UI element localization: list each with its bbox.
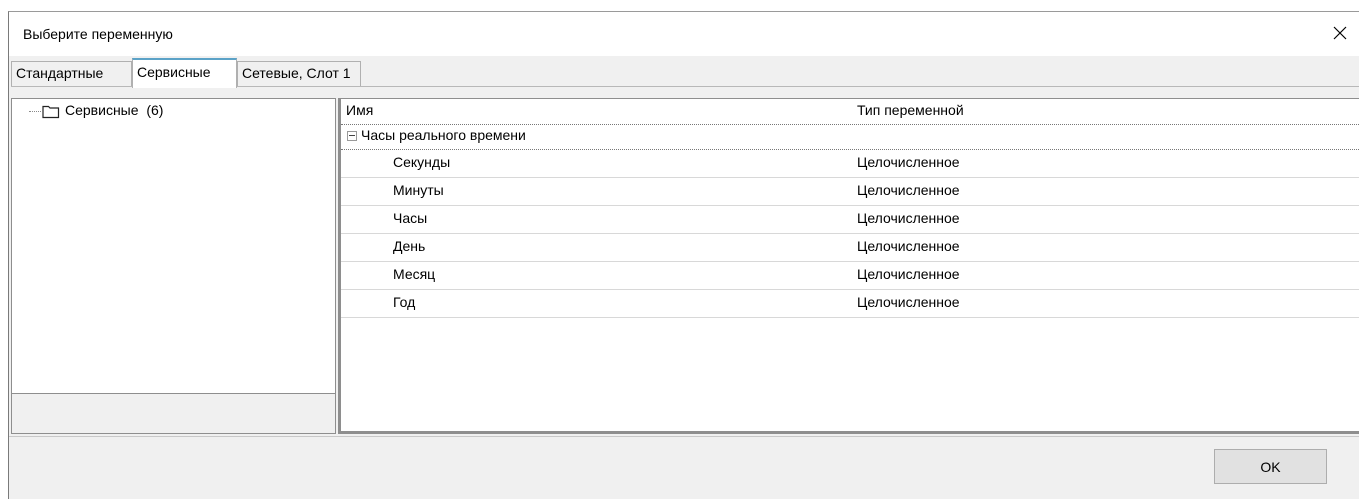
- tree-status-area: [12, 393, 335, 433]
- cell-type: Целочисленное: [857, 266, 960, 282]
- table-row[interactable]: Год Целочисленное: [341, 290, 1359, 318]
- table-row[interactable]: Часы Целочисленное: [341, 206, 1359, 234]
- cell-name: Месяц: [393, 266, 436, 282]
- cell-type: Целочисленное: [857, 182, 960, 198]
- table-row[interactable]: День Целочисленное: [341, 234, 1359, 262]
- column-header-name[interactable]: Имя: [346, 99, 373, 127]
- category-tree[interactable]: Сервисные (6): [12, 99, 335, 393]
- group-label: Часы реального времени: [361, 127, 526, 143]
- column-header-type[interactable]: Тип переменной: [857, 99, 964, 127]
- ok-button[interactable]: OK: [1214, 449, 1327, 484]
- cell-name: Минуты: [393, 182, 444, 198]
- tree-connector: [29, 111, 41, 112]
- cell-name: Секунды: [393, 154, 451, 170]
- cell-type: Целочисленное: [857, 210, 960, 226]
- folder-icon: [42, 105, 60, 119]
- tab-service[interactable]: Сервисные: [132, 58, 237, 88]
- cell-name: Часы: [393, 210, 428, 226]
- variable-table: Имя Тип переменной Часы реального времен…: [338, 98, 1359, 434]
- dialog-title: Выберите переменную: [23, 26, 173, 42]
- table-row[interactable]: Секунды Целочисленное: [341, 150, 1359, 178]
- cell-name: День: [393, 238, 426, 254]
- tree-item-count: (6): [146, 102, 164, 118]
- footer-divider: [9, 436, 1359, 437]
- tab-standard[interactable]: Стандартные: [11, 61, 132, 86]
- table-row[interactable]: Месяц Целочисленное: [341, 262, 1359, 290]
- category-tree-panel: Сервисные (6): [11, 98, 336, 434]
- close-button[interactable]: [1325, 18, 1355, 48]
- cell-name: Год: [393, 294, 416, 310]
- select-variable-dialog: Выберите переменную Стандартные Сервисны…: [8, 11, 1359, 499]
- cell-type: Целочисленное: [857, 154, 960, 170]
- tree-item-label: Сервисные: [65, 102, 139, 118]
- cell-type: Целочисленное: [857, 238, 960, 254]
- cell-type: Целочисленное: [857, 294, 960, 310]
- tree-item-service[interactable]: Сервисные (6): [65, 102, 163, 118]
- collapse-icon[interactable]: [347, 131, 357, 141]
- close-icon: [1333, 26, 1347, 40]
- tab-network-slot-1[interactable]: Сетевые, Слот 1: [237, 61, 361, 86]
- table-row[interactable]: Минуты Целочисленное: [341, 178, 1359, 206]
- group-row-rtc[interactable]: Часы реального времени: [341, 124, 1359, 150]
- title-bar: Выберите переменную: [9, 12, 1359, 56]
- tab-bar: Стандартные Сервисные Сетевые, Слот 1: [11, 56, 1359, 88]
